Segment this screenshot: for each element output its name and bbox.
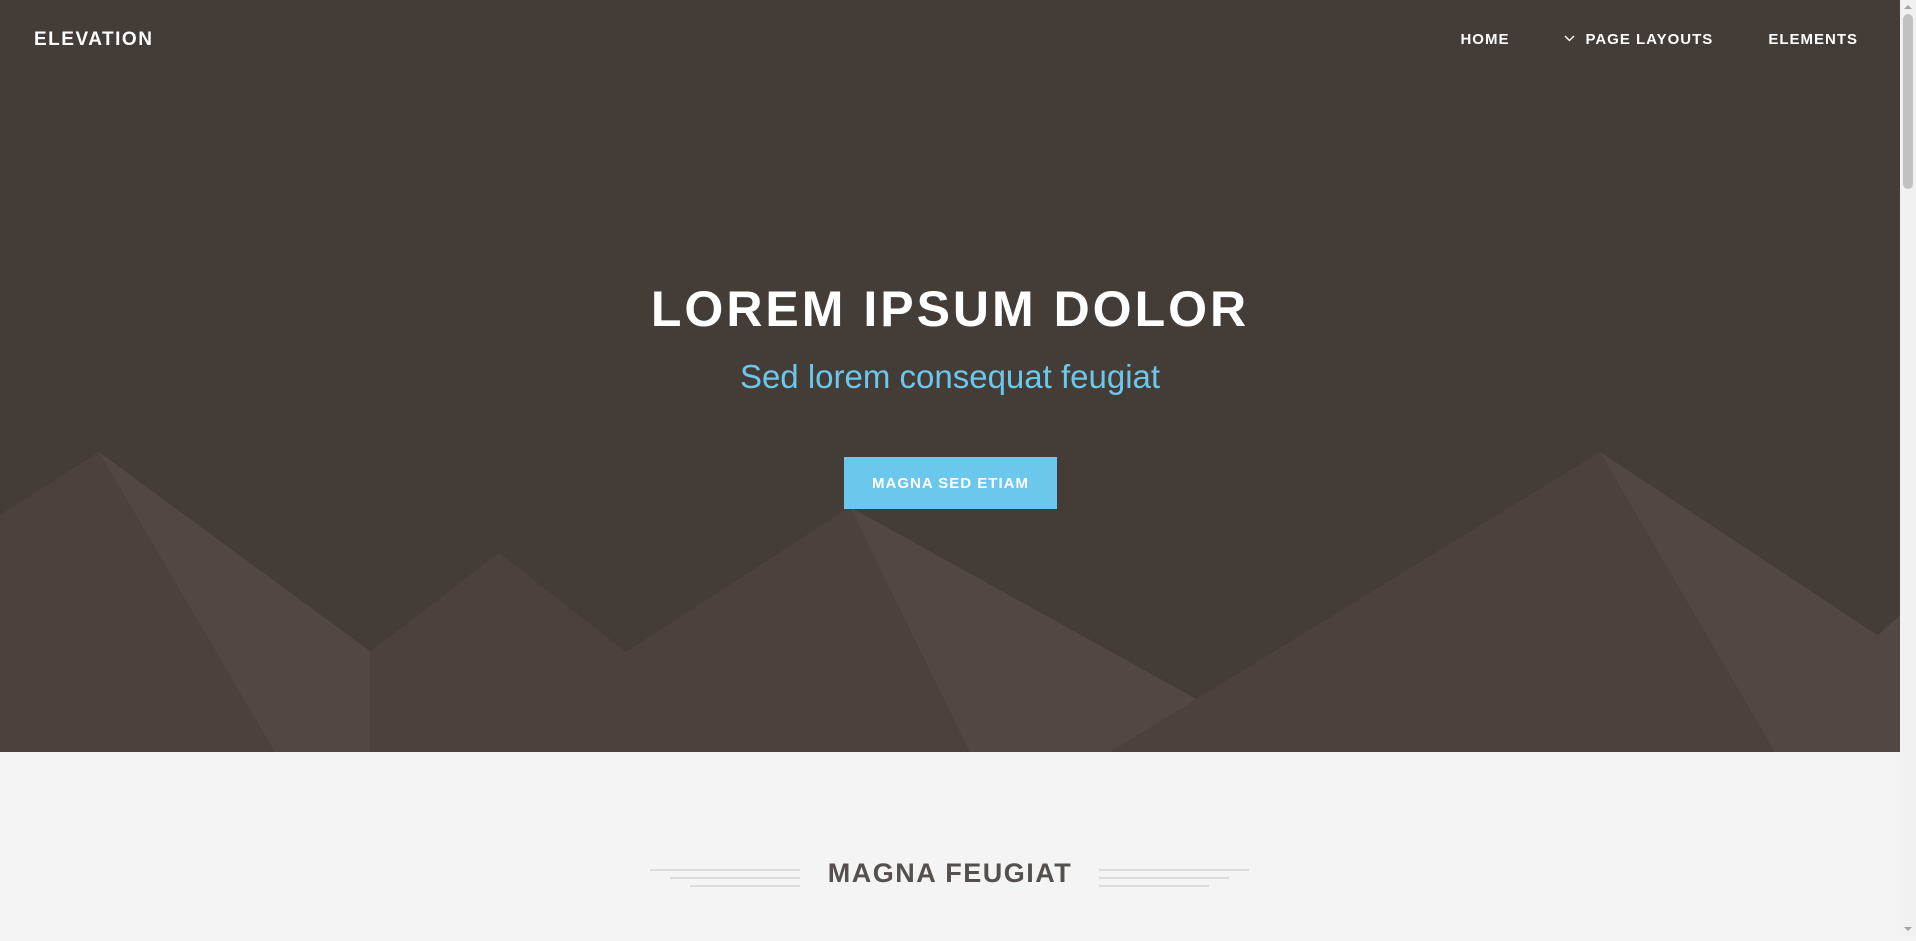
section-heading: MAGNA FEUGIAT: [0, 858, 1900, 889]
main-menu: HOME PAGE LAYOUTS ELEMENTS: [1405, 31, 1858, 48]
nav-item-label: ELEMENTS: [1768, 31, 1858, 48]
scroll-down-arrow-icon[interactable]: [1900, 922, 1916, 936]
nav-item-elements[interactable]: ELEMENTS: [1768, 31, 1858, 48]
page: ELEVATION HOME PAGE LAYOUTS ELEMENTS LOR…: [0, 0, 1900, 936]
hero-subtitle: Sed lorem consequat feugiat: [739, 358, 1161, 395]
vertical-scrollbar[interactable]: [1900, 0, 1916, 936]
scroll-up-arrow-icon[interactable]: [1900, 0, 1916, 14]
nav-item-page-layouts[interactable]: PAGE LAYOUTS: [1564, 31, 1713, 48]
nav-item-label: PAGE LAYOUTS: [1585, 31, 1714, 48]
nav-item-label: HOME: [1460, 31, 1510, 48]
hero-banner: ELEVATION HOME PAGE LAYOUTS ELEMENTS LOR…: [0, 0, 1900, 752]
cta-button[interactable]: MAGNA SED ETIAM: [844, 457, 1057, 509]
hero-title: LOREM IPSUM DOLOR: [650, 281, 1250, 337]
top-navigation: ELEVATION HOME PAGE LAYOUTS ELEMENTS: [0, 0, 1900, 82]
section-title: MAGNA FEUGIAT: [827, 858, 1073, 888]
heading-decoration-right: [1099, 869, 1249, 887]
hero-content: LOREM IPSUM DOLOR Sed lorem consequat fe…: [0, 280, 1900, 396]
scrollbar-thumb[interactable]: [1903, 14, 1913, 189]
site-logo[interactable]: ELEVATION: [34, 29, 153, 51]
chevron-down-icon: [1564, 29, 1575, 46]
nav-item-home[interactable]: HOME: [1460, 31, 1509, 48]
